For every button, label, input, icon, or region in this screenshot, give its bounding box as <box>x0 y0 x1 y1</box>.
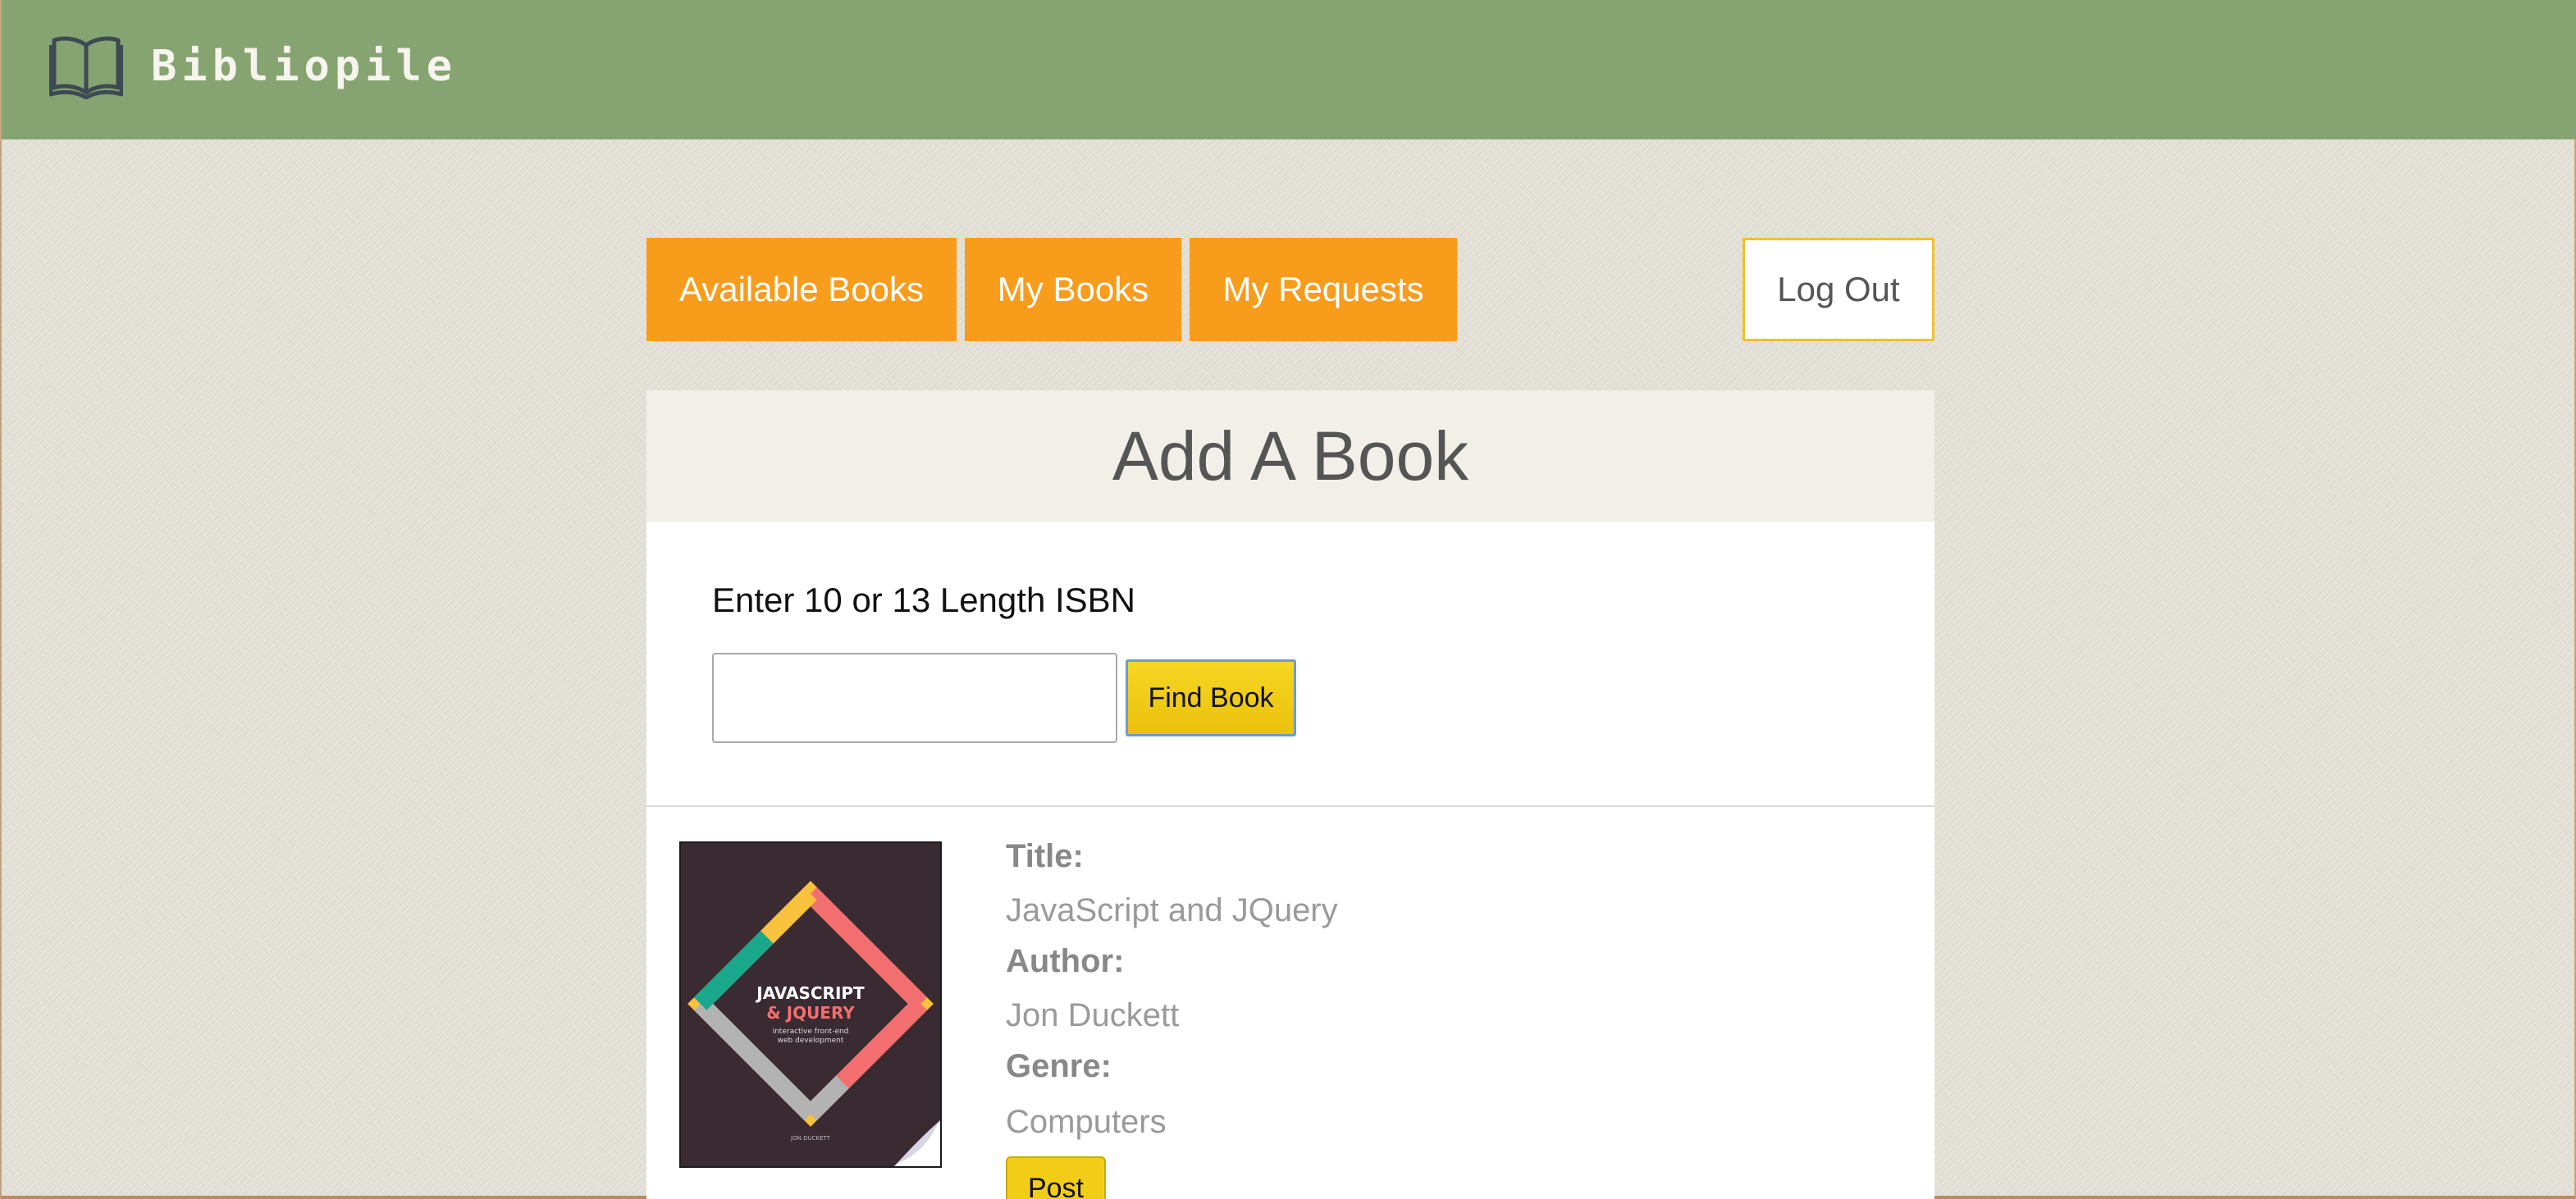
my-requests-button[interactable]: My Requests <box>1190 238 1457 341</box>
book-cover-image: JAVASCRIPT & JQUERY interactive front-en… <box>679 841 942 1168</box>
available-books-button[interactable]: Available Books <box>646 238 957 341</box>
brand-name: Bibliopile <box>151 42 458 91</box>
card-header: Add A Book <box>646 390 1934 522</box>
isbn-input[interactable] <box>712 653 1117 743</box>
log-out-button[interactable]: Log Out <box>1742 238 1934 341</box>
genre-value: Computers <box>1006 1104 1167 1140</box>
genre-label: Genre: <box>1006 1048 1112 1084</box>
post-button[interactable]: Post <box>1006 1156 1106 1199</box>
cover-subtitle-line2: web development <box>778 1037 844 1045</box>
brand[interactable]: Bibliopile <box>49 31 457 102</box>
isbn-label: Enter 10 or 13 Length ISBN <box>712 581 1135 619</box>
add-book-card: Add A Book Enter 10 or 13 Length ISBN Fi… <box>646 390 1934 1199</box>
cover-title-line2: & JQUERY <box>766 1003 855 1023</box>
divider <box>646 805 1934 807</box>
open-book-icon <box>49 34 123 99</box>
title-label: Title: <box>1006 838 1084 874</box>
my-books-button[interactable]: My Books <box>965 238 1181 341</box>
find-book-button[interactable]: Find Book <box>1126 659 1296 736</box>
app-header: Bibliopile <box>2 0 2576 139</box>
cover-title-line1: JAVASCRIPT <box>755 983 865 1003</box>
cover-author: JON DUCKETT <box>790 1135 831 1142</box>
cover-subtitle-line1: interactive front-end <box>773 1028 849 1036</box>
page-title: Add A Book <box>1112 417 1469 495</box>
author-value: Jon Duckett <box>1006 997 1180 1033</box>
author-label: Author: <box>1006 943 1125 979</box>
title-value: JavaScript and JQuery <box>1006 892 1338 928</box>
